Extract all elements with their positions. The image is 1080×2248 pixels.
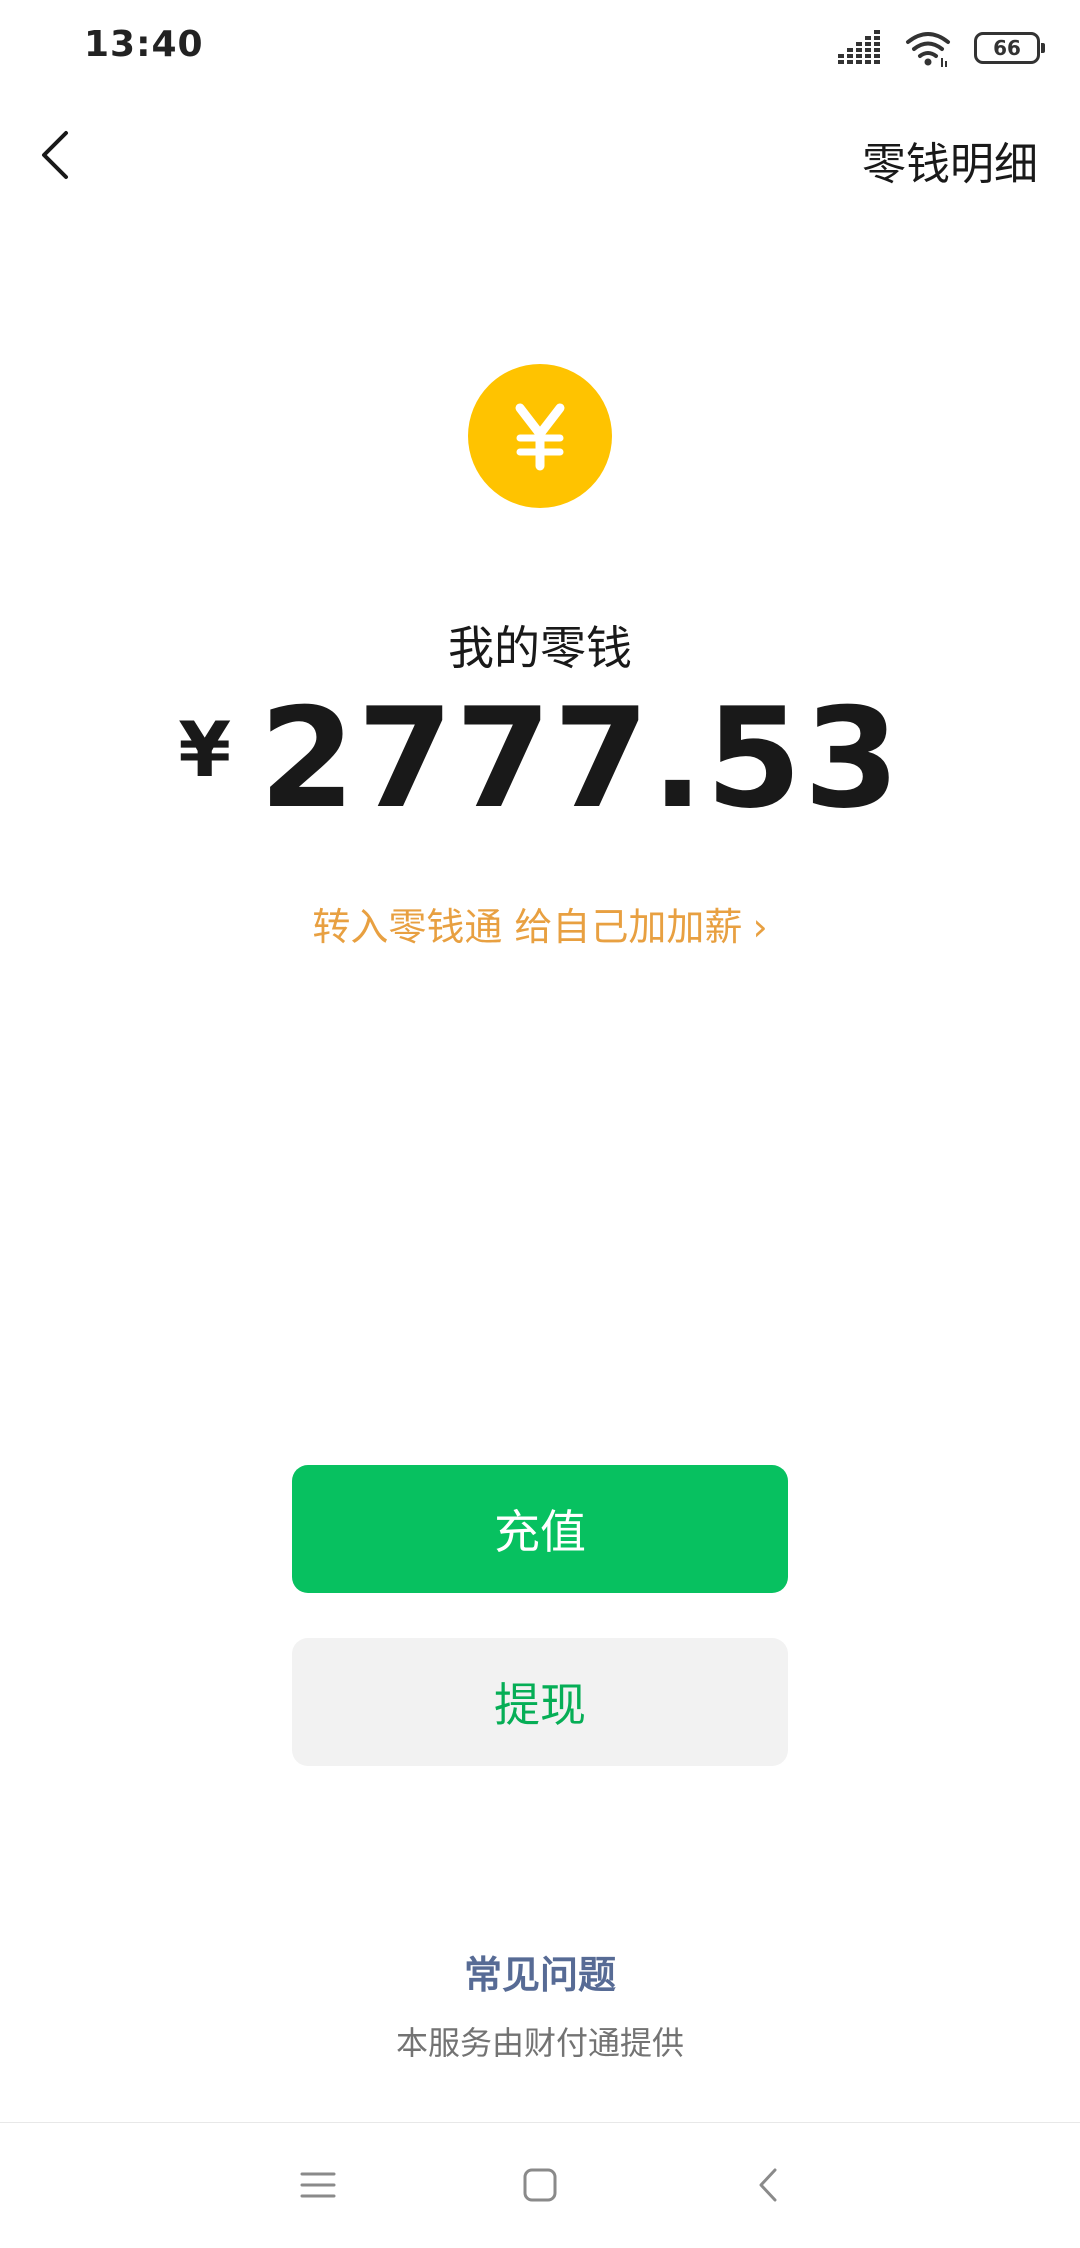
yuan-symbol-icon <box>515 403 565 471</box>
battery-level: 66 <box>993 36 1021 60</box>
balance-value: 2777.53 <box>259 678 902 839</box>
battery-icon: 66 <box>974 32 1045 64</box>
back-button[interactable] <box>30 122 80 188</box>
promo-text: 转入零钱通 给自己加加薪 <box>312 905 743 949</box>
balance-label: 我的零钱 <box>448 621 632 675</box>
home-icon <box>523 2168 557 2202</box>
status-bar: 13:40 66 <box>0 0 1080 96</box>
withdraw-button[interactable]: 提现 <box>292 1638 788 1766</box>
chevron-left-icon <box>42 131 68 179</box>
system-menu-button[interactable] <box>286 2153 350 2217</box>
menu-icon <box>300 2172 336 2198</box>
currency-symbol: ¥ <box>178 705 232 794</box>
faq-link[interactable]: 常见问题 <box>0 1944 1080 1999</box>
change-details-link[interactable]: 零钱明细 <box>862 128 1038 192</box>
transfer-to-lingqiantong-link[interactable]: 转入零钱通 给自己加加薪 › <box>0 896 1080 951</box>
wifi-icon <box>906 32 950 67</box>
chevron-right-icon: › <box>752 905 768 949</box>
balance-amount: ¥ 2777.53 <box>0 690 1080 828</box>
status-icons: 66 <box>838 28 1045 68</box>
recharge-button[interactable]: 充值 <box>292 1465 788 1593</box>
system-back-button[interactable] <box>736 2153 800 2217</box>
back-icon <box>759 2168 777 2202</box>
system-nav-bar <box>0 2122 1080 2248</box>
provider-note: 本服务由财付通提供 <box>395 2024 684 2062</box>
yuan-coin-icon <box>468 364 612 508</box>
system-home-button[interactable] <box>508 2153 572 2217</box>
status-time: 13:40 <box>84 24 204 65</box>
signal-icon <box>838 30 880 64</box>
